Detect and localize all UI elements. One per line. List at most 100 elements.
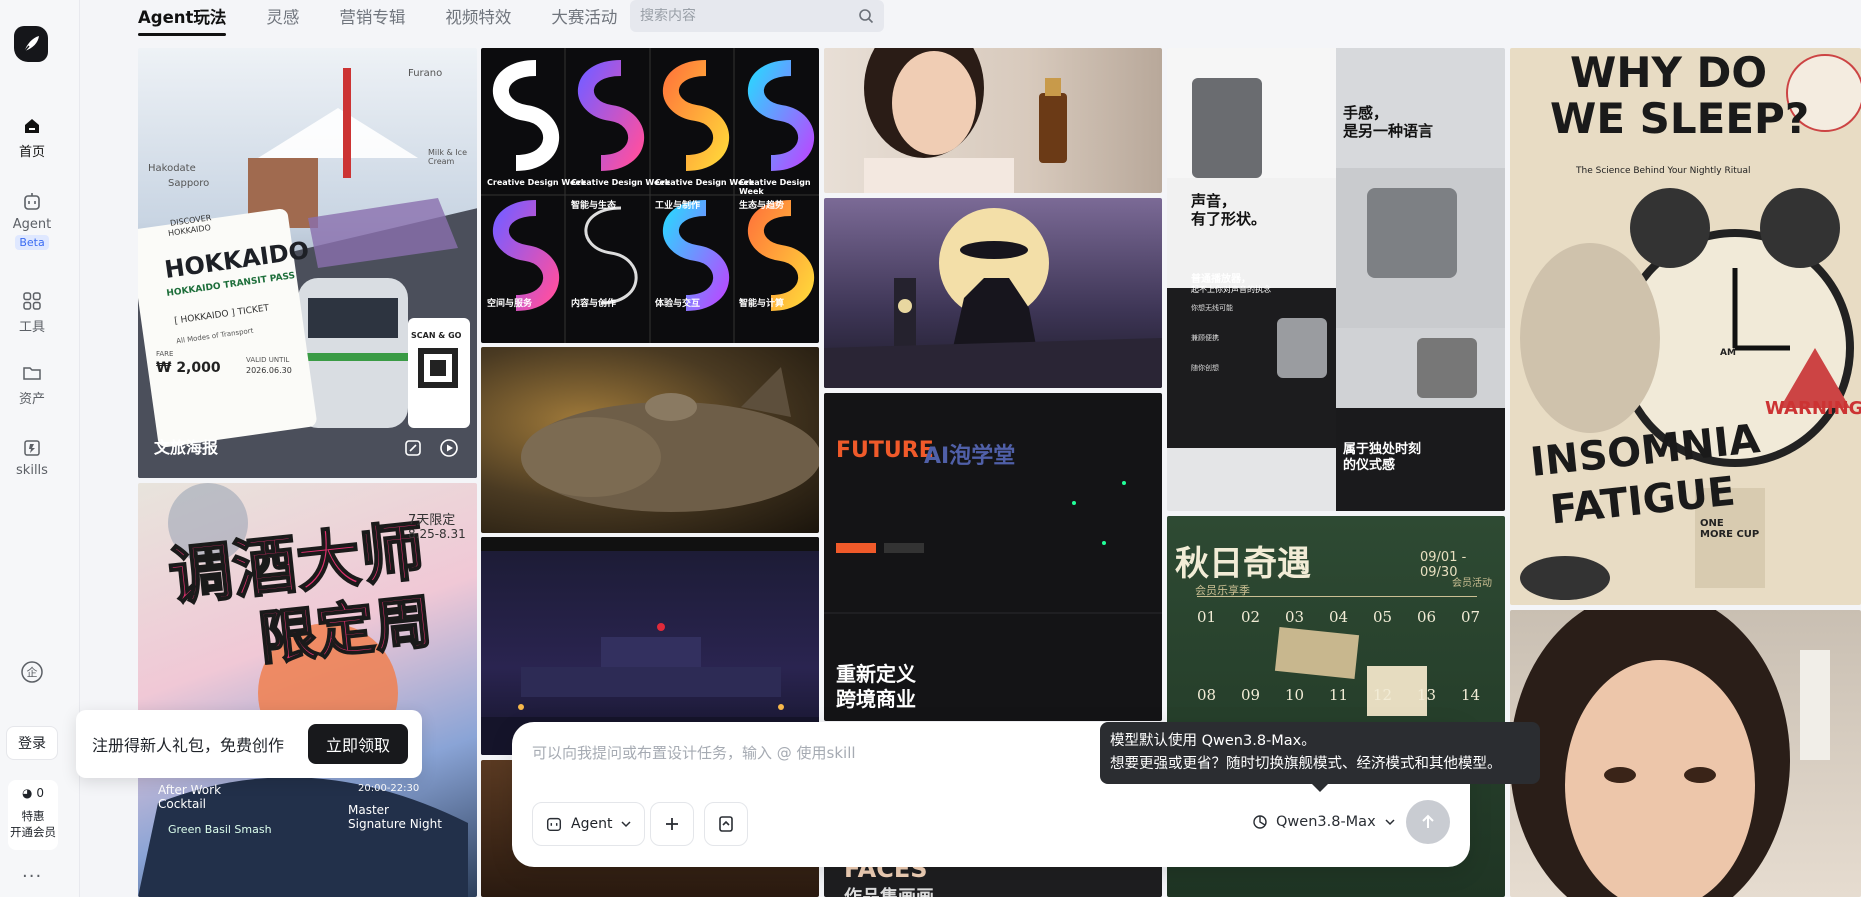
calendar-day: 13	[1417, 686, 1437, 704]
sidebar-item-agent[interactable]: Agent Beta	[0, 191, 64, 250]
folder-icon	[21, 362, 43, 384]
claim-now-button[interactable]: 立即领取	[307, 724, 408, 764]
add-button[interactable]	[650, 802, 694, 846]
gallery-card-detective[interactable]	[824, 198, 1162, 388]
model-tooltip: 模型默认使用 Qwen3.8-Max。 想要更强或更省？随时切换旗舰模式、经济模…	[1100, 722, 1540, 792]
frame-icon	[719, 816, 733, 832]
search-input[interactable]	[640, 8, 840, 24]
credit-count: ◕ 0	[22, 786, 44, 800]
category-tabs: Agent玩法 灵感 营销专辑 视频特效 大赛活动	[138, 0, 657, 36]
search-icon[interactable]	[858, 8, 874, 24]
detective-illustration-image	[824, 208, 1162, 388]
gallery-card-future[interactable]: FUTURE AI泡学堂 重新定义 跨境商业	[824, 393, 1162, 721]
calendar-day: 01	[1197, 608, 1217, 626]
sleep-subtitle: The Science Behind Your Nightly Ritual	[1576, 166, 1751, 176]
feather-logo-icon	[22, 36, 39, 54]
remix-icon[interactable]	[403, 438, 423, 458]
audio-line-1: 普通播放器，	[1191, 274, 1251, 285]
design-week-label-4: Creative Design Week	[739, 178, 811, 196]
open-membership-label: 开通会员	[10, 825, 56, 839]
search-box[interactable]	[630, 0, 884, 32]
agent-mode-selector[interactable]: Agent	[532, 802, 646, 846]
autumn-member: 会员活动	[1452, 578, 1492, 589]
design-week-cell: 空间与服务	[487, 299, 533, 309]
promo-text: 注册得新人礼包，免费创作	[92, 736, 285, 755]
sidebar: 首页 Agent Beta 工具 资产 skills 企 登录 ◕ 0 特惠 开…	[0, 0, 80, 897]
gallery-card-hokkaido[interactable]: Sapporo Furano Hakodate Milk & Ice Cream…	[138, 48, 477, 478]
sleep-title-2: WE SLEEP?	[1550, 94, 1810, 143]
cocktail-time: 20:00-22:30	[358, 783, 420, 794]
model-selector[interactable]: Qwen3.8-Max	[1252, 814, 1396, 830]
audio-line-2: 起不上你对声音的执念	[1191, 285, 1271, 294]
calendar-day: 04	[1329, 608, 1349, 626]
tab-contests[interactable]: 大赛活动	[551, 4, 617, 32]
gallery-card-design-week[interactable]: Creative Design Week Creative Design Wee…	[481, 48, 819, 343]
gallery-card-sleep[interactable]: WHY DO WE SLEEP? The Science Behind Your…	[1510, 48, 1861, 605]
arrow-up-icon	[1422, 814, 1434, 828]
app-logo[interactable]	[14, 26, 48, 62]
model-name: Qwen3.8-Max	[1276, 814, 1376, 830]
tab-inspiration[interactable]: 灵感	[266, 4, 299, 32]
poster-text-milk: Milk & Ice Cream	[428, 148, 467, 166]
beta-badge: Beta	[15, 235, 49, 250]
calendar-day: 07	[1461, 608, 1481, 626]
login-button[interactable]: 登录	[6, 726, 58, 760]
calendar-day: 09	[1241, 686, 1261, 704]
send-button[interactable]	[1406, 800, 1450, 844]
gallery-card-cocktail[interactable]: 调酒大师 限定周 7天限定 8.25-8.31 After Work Cockt…	[138, 483, 477, 897]
design-week-cell: 工业与制作	[655, 201, 701, 211]
cocktail-dates: 8.25-8.31	[408, 527, 466, 541]
agent-mode-label: Agent	[571, 816, 613, 832]
sleep-cup: ONE MORE CUP	[1700, 518, 1760, 540]
tooltip-line-1: 模型默认使用 Qwen3.8-Max。	[1110, 733, 1316, 749]
sidebar-item-label: 资产	[18, 392, 45, 407]
tab-video-effects[interactable]: 视频特效	[445, 4, 511, 32]
audio-bullet-2: 兼顾便携	[1191, 334, 1219, 342]
selfie-photo-image	[864, 48, 1067, 193]
gallery-card-audio-device[interactable]: 声音， 有了形状。 手感， 是另一种语言 属于独处时刻 的仪式感 普通播放器， …	[1167, 48, 1505, 511]
gallery-card-portrait[interactable]	[1510, 610, 1861, 897]
sidebar-item-label: 工具	[18, 320, 45, 335]
play-icon[interactable]	[439, 438, 459, 458]
calendar-day: 05	[1373, 608, 1393, 626]
design-week-cell: 智能与生态	[571, 201, 617, 211]
cocktail-event1: After Work Cocktail	[158, 783, 222, 811]
calendar-day: 12	[1373, 686, 1393, 704]
sidebar-item-label: skills	[16, 463, 48, 478]
chevron-down-icon	[621, 821, 631, 828]
prompt-input[interactable]	[532, 744, 1132, 762]
agent-icon	[21, 191, 43, 213]
future-subtitle: 跨境商业	[836, 687, 916, 711]
cocktail-event3: Green Basil Smash	[168, 823, 272, 836]
svg-text:企: 企	[27, 665, 38, 679]
poster-text-valid: VALID UNTIL	[246, 356, 290, 364]
skills-icon	[21, 437, 43, 459]
sidebar-item-label: 首页	[18, 145, 45, 160]
canvas-button[interactable]	[704, 802, 748, 846]
poster-text-scan: SCAN & GO	[411, 331, 462, 340]
autumn-subtitle: 会员乐享季	[1195, 584, 1250, 597]
chevron-down-icon	[1385, 819, 1395, 826]
more-icon[interactable]: ···	[22, 866, 42, 887]
agent-icon	[546, 817, 562, 832]
grid-icon	[21, 290, 43, 312]
calendar-day: 10	[1285, 686, 1305, 704]
calendar-day: 02	[1241, 608, 1261, 626]
card-actions	[403, 438, 459, 458]
gallery-card-selfie[interactable]	[824, 48, 1162, 193]
audio-heading-4: 是另一种语言	[1343, 122, 1434, 140]
enterprise-icon[interactable]: 企	[20, 660, 44, 688]
sidebar-item-skills[interactable]: skills	[0, 437, 64, 478]
sidebar-item-home[interactable]: 首页	[0, 115, 64, 160]
future-heading: FUTURE	[836, 438, 934, 463]
calendar-day: 08	[1197, 686, 1217, 704]
sidebar-item-tools[interactable]: 工具	[0, 290, 64, 335]
tab-agent[interactable]: Agent玩法	[138, 4, 227, 36]
poster-text-hakodate: Hakodate	[148, 163, 196, 174]
membership-card[interactable]: ◕ 0 特惠 开通会员	[8, 780, 58, 850]
tab-marketing[interactable]: 营销专辑	[339, 4, 405, 32]
faces-subtitle: 作品集画画	[844, 883, 934, 897]
sidebar-item-assets[interactable]: 资产	[0, 362, 64, 407]
design-week-cell: 内容与创作	[571, 299, 617, 309]
gallery-card-rhino[interactable]	[481, 347, 819, 533]
